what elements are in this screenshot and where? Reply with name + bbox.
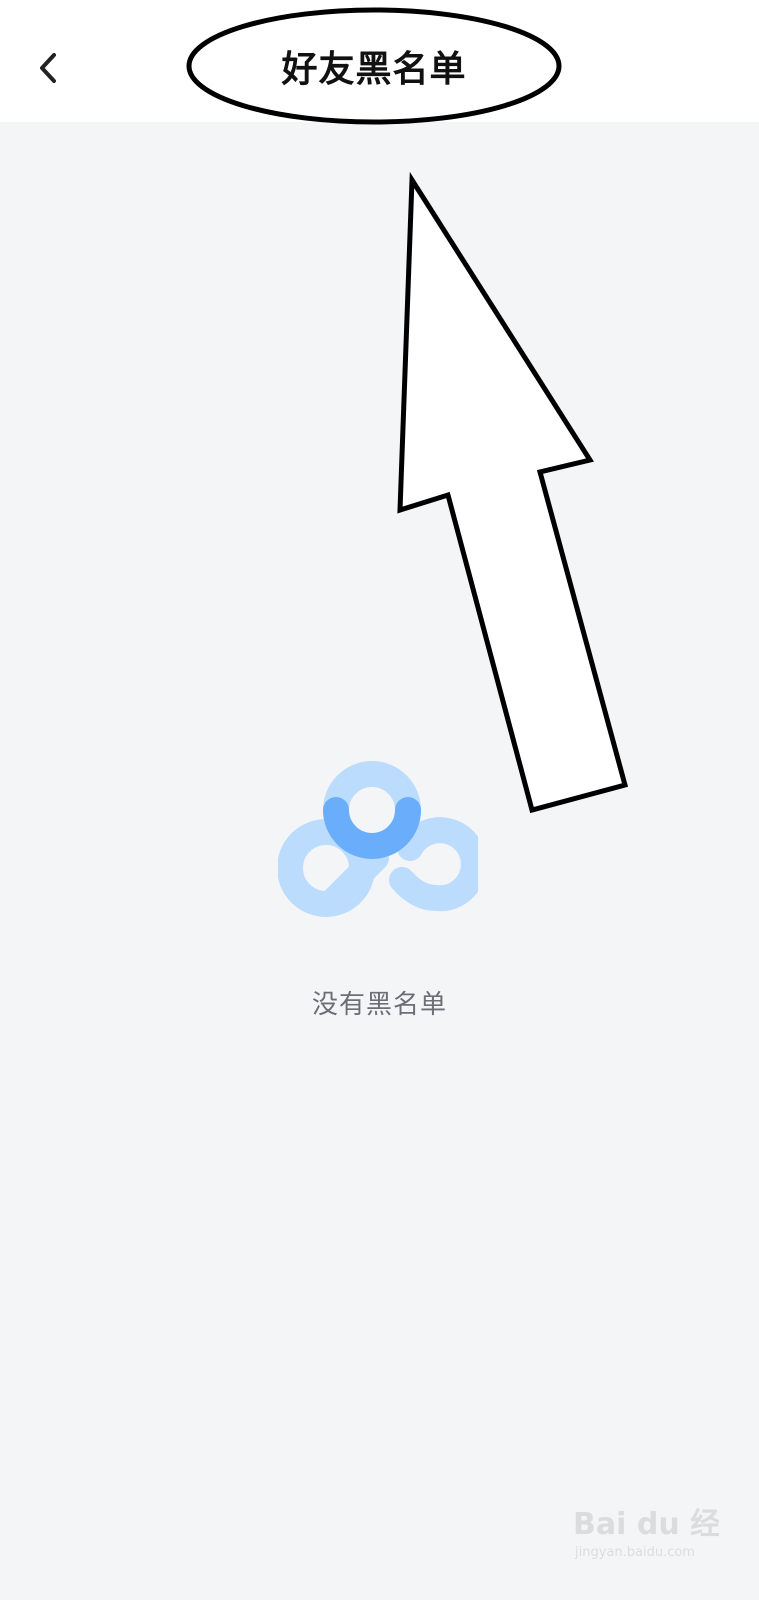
page-title-highlight: 好友黑名单	[185, 6, 563, 126]
chevron-left-icon	[40, 53, 56, 83]
svg-text:jingyan.baidu.com: jingyan.baidu.com	[574, 1545, 695, 1560]
top-nav-bar: 好友黑名单	[0, 0, 759, 125]
empty-state-message: 没有黑名单	[311, 990, 447, 1020]
empty-blacklist-logo-icon	[278, 761, 478, 917]
baidu-jingyan-watermark: Bai du 经验 jingyan.baidu.com	[573, 1507, 719, 1560]
page-title: 好友黑名单	[281, 49, 467, 90]
back-button[interactable]	[22, 38, 74, 98]
blacklist-page: 好友黑名单 没有黑名单 Bai du 经验 jingyan.baidu.com	[0, 0, 759, 1600]
svg-text:Bai du 经验: Bai du 经验	[573, 1507, 719, 1542]
